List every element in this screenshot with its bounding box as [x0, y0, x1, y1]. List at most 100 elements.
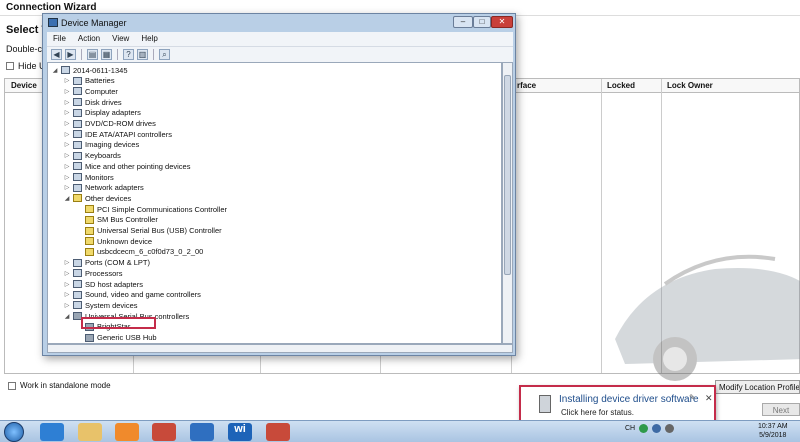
expand-icon[interactable]: ▷ [64, 109, 70, 116]
disk-icon [73, 98, 82, 107]
expand-icon[interactable]: ▷ [64, 77, 70, 84]
keyboard-icon [73, 151, 82, 160]
expand-icon[interactable]: ▷ [64, 141, 70, 148]
tree-item[interactable]: ▷ Computer [64, 86, 118, 96]
column-locked[interactable]: Locked [607, 81, 635, 90]
processor-icon [73, 269, 82, 278]
tree-item[interactable]: ▷ Monitors [64, 172, 114, 182]
internet-explorer-icon[interactable] [40, 423, 64, 441]
expand-icon[interactable]: ▷ [64, 152, 70, 159]
forward-icon[interactable]: ▶ [65, 49, 76, 60]
expand-icon[interactable]: ▷ [64, 281, 70, 288]
usb-device-icon [539, 395, 551, 413]
expand-icon[interactable]: ▷ [64, 99, 70, 106]
menu-file[interactable]: File [53, 34, 66, 44]
maximize-button[interactable]: □ [473, 16, 491, 28]
toolbox-app-icon[interactable] [152, 423, 176, 441]
warning-icon [85, 237, 94, 246]
tree-item[interactable]: ▷ IDE ATA/ATAPI controllers [64, 129, 172, 139]
modify-location-profiles-button[interactable]: Modify Location Profiles [715, 380, 800, 394]
start-button[interactable] [4, 422, 24, 442]
close-button[interactable]: ✕ [491, 16, 513, 28]
tree-item-label: Universal Serial Bus (USB) Controller [97, 226, 222, 235]
show-hide-tree-icon[interactable]: ▤ [87, 49, 98, 60]
toolbox-app-icon-2[interactable] [266, 423, 290, 441]
tree-item[interactable]: ▷ Network adapters [64, 183, 144, 193]
clock-date: 5/9/2018 [759, 432, 787, 439]
computer-icon [73, 87, 82, 96]
expand-icon[interactable]: ▷ [64, 88, 70, 95]
back-icon[interactable]: ◀ [51, 49, 62, 60]
device-tree[interactable]: ◢ 2014-0611-1345 ▷ Batteries ▷ Computer ▷ Disk … [47, 62, 502, 344]
vertical-scrollbar[interactable] [502, 62, 513, 344]
tree-item[interactable]: ▷ Keyboards [64, 151, 121, 161]
tree-item[interactable]: Universal Serial Bus (USB) Controller [76, 226, 222, 236]
minimize-button[interactable]: – [453, 16, 473, 28]
tray-volume-icon[interactable] [665, 424, 675, 433]
help-icon[interactable]: ? [123, 49, 134, 60]
tree-item[interactable]: Unknown device [76, 236, 152, 246]
file-explorer-icon[interactable] [78, 423, 102, 441]
tray-status-icon[interactable] [639, 424, 649, 433]
scrollbar-thumb[interactable] [504, 75, 511, 275]
expand-icon[interactable]: ▷ [64, 270, 70, 277]
pin-icon[interactable]: ✎ [689, 393, 696, 402]
expand-icon[interactable]: ▷ [64, 120, 70, 127]
media-player-icon[interactable] [115, 423, 139, 441]
tree-item[interactable]: ▷ Sound, video and game controllers [64, 290, 201, 300]
language-indicator[interactable]: CH [625, 425, 635, 432]
expand-icon[interactable]: ▷ [64, 302, 70, 309]
teamviewer-icon[interactable] [190, 423, 214, 441]
standalone-checkbox[interactable] [8, 381, 16, 390]
expand-icon[interactable]: ▷ [64, 174, 70, 181]
tree-item[interactable]: ◢ Other devices [64, 193, 132, 203]
notification-subtitle[interactable]: Click here for status. [561, 408, 634, 417]
wi-app-icon[interactable]: wi [228, 423, 252, 441]
tree-item[interactable]: Generic USB Hub [76, 333, 157, 343]
toolbar: ◀ ▶ ▤ ▦ ? ▥ ⌕ [47, 46, 513, 62]
column-lock-owner[interactable]: Lock Owner [667, 81, 713, 90]
close-notification-icon[interactable]: ✕ [705, 393, 713, 404]
tray-network-icon[interactable] [652, 424, 662, 433]
tree-item[interactable]: ▷ SD host adapters [64, 279, 143, 289]
expand-icon[interactable]: ▷ [64, 184, 70, 191]
expand-icon[interactable]: ▷ [64, 131, 70, 138]
scan-hardware-icon[interactable]: ⌕ [159, 49, 170, 60]
tree-item[interactable]: ▷ Ports (COM & LPT) [64, 258, 150, 268]
tree-item[interactable]: ▷ DVD/CD-ROM drives [64, 119, 156, 129]
notification-title[interactable]: Installing device driver software [559, 394, 699, 405]
collapse-icon[interactable]: ◢ [64, 195, 70, 202]
tree-item[interactable]: ▷ Disk drives [64, 97, 122, 107]
next-button[interactable]: Next [762, 403, 800, 416]
menu-view[interactable]: View [112, 34, 129, 44]
list-icon[interactable]: ▥ [137, 49, 148, 60]
device-manager-titlebar[interactable]: Device Manager – □ ✕ [43, 14, 515, 32]
tree-item-label: Imaging devices [85, 140, 140, 150]
expand-icon[interactable]: ▷ [64, 163, 70, 170]
column-device[interactable]: Device [11, 81, 37, 90]
expand-icon[interactable]: ▷ [64, 259, 70, 266]
tree-item[interactable]: ◢ 2014-0611-1345 [52, 65, 128, 75]
collapse-icon[interactable]: ◢ [64, 313, 70, 320]
column-interface[interactable]: rface [517, 81, 536, 90]
menu-help[interactable]: Help [141, 34, 157, 44]
hide-checkbox[interactable] [6, 62, 14, 70]
menu-action[interactable]: Action [78, 34, 100, 44]
tree-item[interactable]: ▷ System devices [64, 300, 138, 310]
tree-item[interactable]: ▷ Batteries [64, 76, 115, 86]
tree-item[interactable]: PCI Simple Communications Controller [76, 204, 227, 214]
computer-icon [61, 66, 70, 74]
tree-item[interactable]: usbcdcecm_6_c0f0d73_0_2_00 [76, 247, 203, 257]
standalone-checkbox-row[interactable]: Work in standalone mode [8, 381, 111, 390]
collapse-icon[interactable]: ◢ [52, 67, 58, 74]
horizontal-scrollbar[interactable] [47, 344, 513, 353]
tree-item[interactable]: ▷ Processors [64, 268, 123, 278]
tree-item[interactable]: ▷ Imaging devices [64, 140, 140, 150]
properties-icon[interactable]: ▦ [101, 49, 112, 60]
tree-item[interactable]: SM Bus Controller [76, 215, 158, 225]
tree-item-label: SD host adapters [85, 279, 143, 289]
tree-item[interactable]: ▷ Mice and other pointing devices [64, 161, 191, 171]
expand-icon[interactable]: ▷ [64, 291, 70, 298]
taskbar-clock[interactable]: 10:37 AM 5/9/2018 [758, 422, 788, 440]
tree-item[interactable]: ▷ Display adapters [64, 108, 141, 118]
